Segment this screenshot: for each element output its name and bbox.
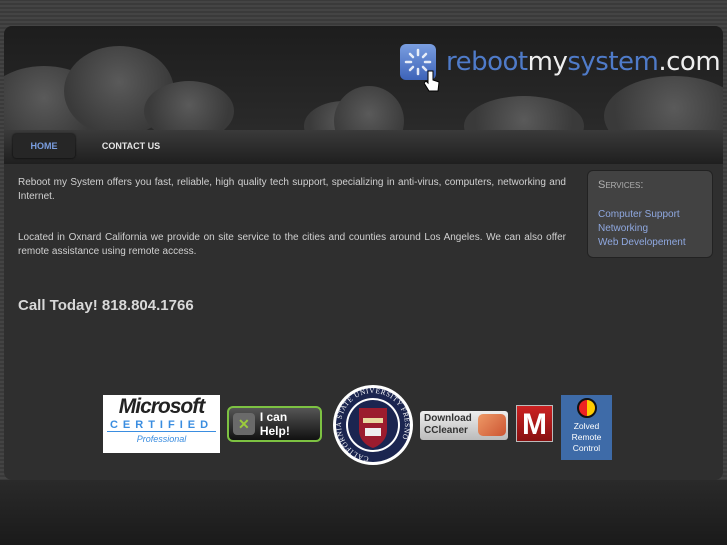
call-today-text: Call Today! 818.804.1766 xyxy=(18,297,194,314)
header-banner: rebootmysystem.com xyxy=(4,26,723,130)
site-logo[interactable]: rebootmysystem.com xyxy=(400,44,721,92)
main-content: Reboot my System offers you fast, reliab… xyxy=(18,176,566,259)
location-paragraph: Located in Oxnard California we provide … xyxy=(18,232,566,257)
tab-contact-us[interactable]: CONTACT US xyxy=(94,134,168,158)
services-title: Services: xyxy=(598,179,644,191)
microsoft-certified-badge[interactable]: Microsoft CERTIFIED Professional xyxy=(103,395,220,453)
ccleaner-brush-icon xyxy=(478,414,506,436)
malwarebytes-badge[interactable]: M xyxy=(516,405,553,442)
tab-home[interactable]: HOME xyxy=(13,134,75,158)
badge-text: Zolved Remote Control xyxy=(571,421,602,453)
help-icon: ✕ xyxy=(233,413,255,435)
badge-text: I can Help! xyxy=(259,410,290,438)
badge-text: CERTIFIED xyxy=(107,419,216,432)
services-sidebar: Services: Computer Support Networking We… xyxy=(587,170,713,258)
link-computer-support[interactable]: Computer Support xyxy=(598,208,702,222)
badge-text: Microsoft xyxy=(118,395,206,418)
zolved-remote-control-badge[interactable]: Zolved Remote Control xyxy=(561,395,612,460)
power-cursor-icon xyxy=(400,44,440,92)
link-web-development[interactable]: Web Developement xyxy=(598,236,702,250)
logo-part: .com xyxy=(658,47,721,77)
page-container: rebootmysystem.com HOME CONTACT US Reboo… xyxy=(4,26,723,480)
i-can-help-badge[interactable]: ✕ I can Help! xyxy=(227,406,322,442)
zolved-face-icon xyxy=(576,398,597,418)
logo-part: system xyxy=(567,47,659,77)
logo-part: my xyxy=(527,47,568,77)
link-networking[interactable]: Networking xyxy=(598,222,702,236)
page-footer-band xyxy=(0,480,727,545)
logo-part: reboot xyxy=(446,47,528,77)
main-nav: HOME CONTACT US xyxy=(4,130,723,164)
badge-text: M xyxy=(522,408,547,441)
logo-text: rebootmysystem.com xyxy=(446,47,721,77)
intro-paragraph: Reboot my System offers you fast, reliab… xyxy=(18,177,566,202)
badge-text: Professional xyxy=(136,434,187,444)
download-ccleaner-badge[interactable]: Download CCleaner xyxy=(420,411,508,440)
csu-fresno-seal[interactable]: CALIFORNIA STATE UNIVERSITY FRESNO xyxy=(331,384,415,466)
